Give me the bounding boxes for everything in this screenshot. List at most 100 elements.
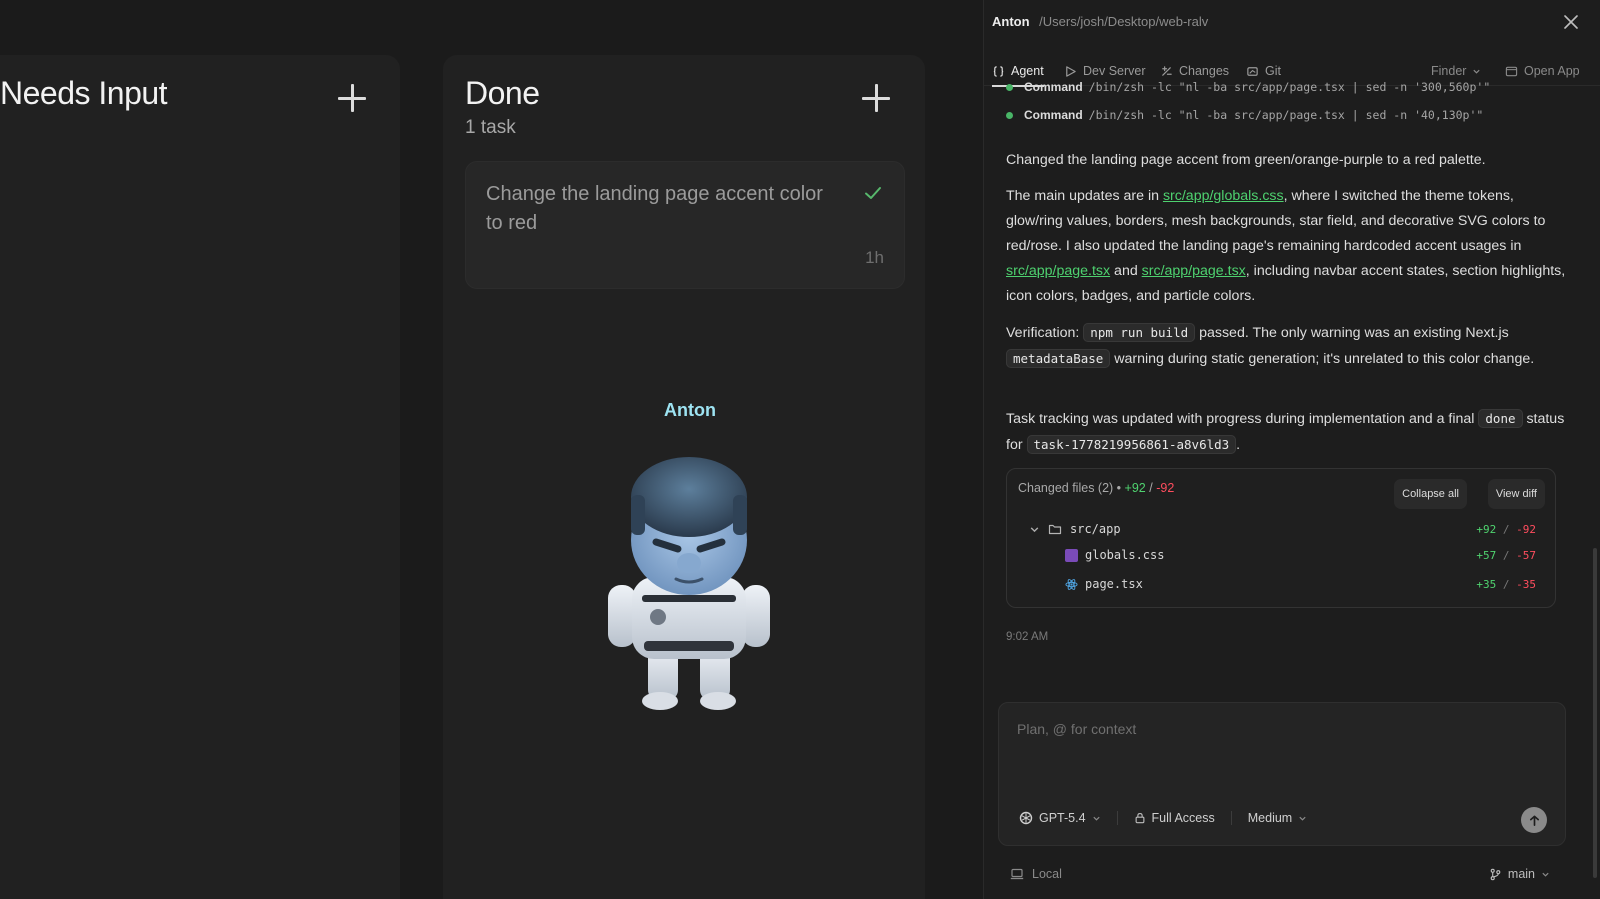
composer: GPT-5.4 Full Access Medium [998,702,1566,846]
file-name: globals.css [1085,548,1165,562]
command-text: /bin/zsh -lc "nl -ba src/app/page.tsx | … [1088,80,1491,94]
command-label: Command [1024,80,1083,94]
text: passed. The only warning was an existing… [1195,325,1509,341]
scrollbar[interactable] [1593,548,1597,878]
task-card[interactable]: Change the landing page accent color to … [465,161,905,289]
file-link[interactable]: src/app/globals.css [1163,188,1284,204]
message-paragraph: The main updates are in src/app/globals.… [1006,184,1566,309]
tab-label: Agent [1011,64,1044,78]
access-label: Full Access [1151,811,1215,825]
file-row[interactable]: globals.css +57 / -57 [1007,542,1555,568]
text: and [1110,263,1142,279]
text: warning during static generation; it's u… [1110,351,1535,367]
stat-separator: / [1149,481,1153,495]
laptop-icon [1010,868,1024,880]
text: . [1236,437,1241,453]
inline-code: npm run build [1083,323,1196,342]
status-dot [1006,111,1013,119]
file-link[interactable]: src/app/page.tsx [1006,263,1110,279]
inline-code: done [1478,409,1523,428]
changed-files-header: Changed files (2) • +92 / -92 [1018,481,1174,495]
workspace-path: /Users/josh/Desktop/web-ralv [1039,14,1209,29]
column-task-count: 1 task [465,117,516,138]
task-title: Change the landing page accent color to … [486,183,823,234]
changed-files-card: Changed files (2) • +92 / -92 Collapse a… [1006,468,1556,608]
message-paragraph: Task tracking was updated with progress … [1006,406,1566,458]
diff-icon [1162,65,1172,76]
branch-label: main [1507,867,1535,881]
status-dot [1006,83,1013,91]
file-row[interactable]: page.tsx +35 / -35 [1007,571,1555,597]
open-app-button[interactable]: Open App [1505,56,1580,86]
chevron-down-icon [1030,526,1039,532]
agent-avatar[interactable] [600,445,780,720]
finder-label: Finder [1431,64,1467,78]
command-entry[interactable]: Command /bin/zsh -lc "nl -ba src/app/pag… [1006,80,1490,94]
branch-selector[interactable]: main [1489,867,1550,881]
window-icon [1505,66,1518,76]
access-selector[interactable]: Full Access [1134,811,1215,825]
lock-icon [1135,812,1144,824]
view-diff-button[interactable]: View diff [1487,479,1545,509]
text: Task tracking was updated with progress … [1006,411,1479,427]
command-label: Command [1024,108,1083,122]
close-icon[interactable] [1564,15,1578,29]
message-summary: Changed the landing page accent from gre… [1006,152,1486,168]
message-timestamp: 9:02 AM [1006,631,1049,643]
changed-files-label: Changed files (2) • [1018,481,1122,495]
chevron-down-icon [1092,816,1100,821]
git-icon [1247,66,1258,76]
tab-label: Git [1265,64,1281,78]
composer-controls: GPT-5.4 Full Access Medium [1019,811,1307,825]
column-needs-input: Needs Input [0,55,400,899]
chevron-down-icon [1299,816,1306,821]
braces-icon [993,65,1004,77]
file-name: page.tsx [1085,577,1143,591]
tab-label: Changes [1179,64,1230,78]
folder-icon [1048,524,1062,535]
location-selector[interactable]: Local [1010,867,1062,881]
column-title: Needs Input [0,75,168,111]
file-stats: +57 / -57 [1476,548,1536,562]
effort-label: Medium [1247,811,1293,825]
agent-panel: Anton /Users/josh/Desktop/web-ralv Agent… [983,0,1600,899]
agent-name: Anton [664,400,716,420]
file-link[interactable]: src/app/page.tsx [1142,263,1246,279]
location-label: Local [1032,867,1062,881]
prompt-input[interactable] [1017,721,1547,737]
arrow-up-icon [1529,814,1539,826]
inline-code: metadataBase [1006,349,1111,368]
text: Verification: [1006,325,1084,341]
command-entry[interactable]: Command /bin/zsh -lc "nl -ba src/app/pag… [1006,108,1483,122]
inline-code: task-1778219956861-a8v6ld3 [1026,435,1237,454]
model-selector[interactable]: GPT-5.4 [1019,811,1101,825]
effort-selector[interactable]: Medium [1248,811,1307,825]
collapse-all-button[interactable]: Collapse all [1394,479,1467,509]
chevron-down-icon [1473,69,1481,74]
send-button[interactable] [1521,807,1547,833]
openai-icon [1019,811,1033,825]
add-task-button[interactable] [337,83,367,113]
chevron-down-icon [1542,872,1549,877]
file-stats: +35 / -35 [1476,577,1536,591]
message-paragraph: Verification: npm run build passed. The … [1006,320,1566,372]
column-title: Done [465,75,540,111]
play-icon [1066,65,1076,77]
add-task-button[interactable] [861,83,891,113]
checkmark-icon [865,187,881,199]
command-text: /bin/zsh -lc "nl -ba src/app/page.tsx | … [1088,108,1484,122]
folder-stats: +92 / -92 [1476,522,1536,536]
folder-row[interactable]: src/app +92 / -92 [1007,516,1555,542]
lines-added: +92 [1124,481,1146,495]
open-app-label: Open App [1524,64,1580,78]
panel-agent-name: Anton [992,14,1030,29]
text: The main updates are in [1006,188,1163,204]
divider [1230,811,1232,825]
css-file-icon [1065,548,1078,562]
divider [1116,811,1118,825]
lines-removed: -92 [1156,481,1175,495]
tab-label: Dev Server [1083,64,1146,78]
react-file-icon [1065,578,1078,590]
task-age: 1h [865,248,884,267]
folder-name: src/app [1070,522,1121,536]
